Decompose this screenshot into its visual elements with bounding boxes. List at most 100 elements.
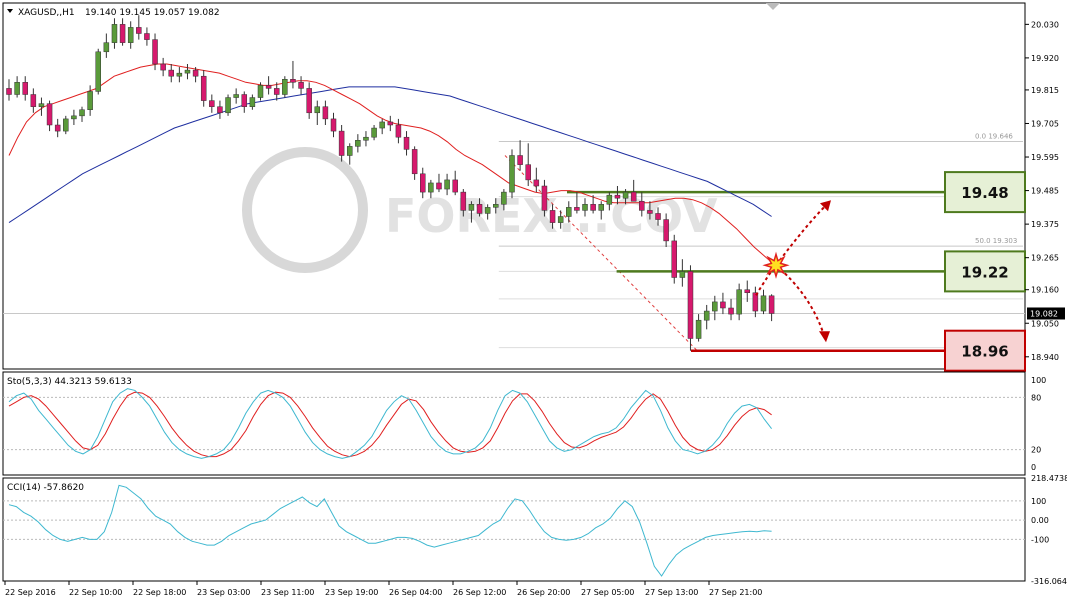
candle-body bbox=[176, 72, 183, 77]
candle-body bbox=[265, 85, 272, 89]
candle-body bbox=[395, 124, 402, 138]
candle-body bbox=[630, 191, 637, 202]
candle-body bbox=[436, 182, 442, 190]
candle-body bbox=[355, 140, 361, 147]
time-tick-label: 22 Sep 2016 bbox=[5, 588, 56, 597]
candle-body bbox=[598, 204, 604, 211]
candle-body bbox=[484, 207, 491, 214]
candle-body bbox=[720, 301, 726, 309]
candle-body bbox=[127, 27, 134, 43]
candle-body bbox=[736, 289, 742, 315]
candle-body bbox=[282, 79, 288, 95]
price-tick-label: 19.160 bbox=[1031, 286, 1059, 295]
candle-body bbox=[452, 179, 458, 193]
level-boxes: 19.48 19.22 18.96 bbox=[944, 171, 1026, 372]
candle-body bbox=[14, 82, 20, 95]
cci-tick-label: -100 bbox=[1031, 535, 1049, 544]
candle-body bbox=[549, 210, 556, 223]
cci-tick-label: 0.00 bbox=[1031, 516, 1049, 525]
candle-body bbox=[209, 100, 215, 107]
breakout-burst-icon bbox=[762, 251, 790, 279]
stochastic-tick-label: 100 bbox=[1031, 376, 1046, 385]
candle-body bbox=[38, 103, 45, 107]
candle-body bbox=[614, 194, 621, 199]
cci-panel[interactable]: CCI(14) -57.8620 bbox=[2, 477, 1026, 582]
time-tick-label: 22 Sep 10:00 bbox=[69, 588, 122, 597]
stochastic-tick-label: 20 bbox=[1031, 446, 1041, 455]
chart-header: XAGUSD,,H1 19.140 19.145 19.057 19.082 bbox=[7, 8, 220, 18]
stochastic-title: Sto(5,3,3) 44.3213 59.6133 bbox=[7, 377, 132, 387]
candle-body bbox=[290, 79, 296, 83]
level-label: 19.22 bbox=[961, 263, 1008, 281]
candle-body bbox=[103, 42, 110, 53]
candle-body bbox=[663, 219, 669, 242]
candle-body bbox=[582, 204, 588, 211]
candle-body bbox=[460, 191, 467, 211]
candle-body bbox=[379, 121, 385, 129]
price-tick-label: 19.705 bbox=[1031, 119, 1059, 128]
cci-tick-label: 100 bbox=[1031, 497, 1046, 506]
candle-body bbox=[330, 118, 337, 132]
price-tick-label: 19.595 bbox=[1031, 153, 1059, 162]
candle-body bbox=[590, 204, 596, 211]
candle-body bbox=[428, 182, 434, 193]
price-tick-label: 19.050 bbox=[1031, 319, 1059, 328]
fib-label: 0.0 19.646 bbox=[975, 132, 1013, 140]
candle-body bbox=[444, 179, 450, 190]
candle-body bbox=[363, 136, 369, 141]
candle-body bbox=[79, 109, 85, 117]
level-label: 19.48 bbox=[961, 184, 1008, 202]
candle-body bbox=[184, 69, 191, 74]
candle-body bbox=[476, 204, 483, 214]
candle-body bbox=[168, 69, 175, 77]
candle-body bbox=[249, 97, 256, 107]
candle-body bbox=[71, 115, 77, 120]
main-panel[interactable]: FOREX...COV 0.0 19.64650.0 19.303 19.481… bbox=[2, 2, 1026, 372]
candle-body bbox=[420, 173, 426, 193]
candle-body bbox=[200, 75, 207, 101]
candle-body bbox=[30, 94, 37, 107]
time-tick-label: 27 Sep 21:00 bbox=[709, 588, 762, 597]
fib-label: 50.0 19.303 bbox=[975, 237, 1017, 245]
symbol-label: XAGUSD,,H1 bbox=[18, 8, 75, 18]
price-tick-label: 18.940 bbox=[1031, 353, 1059, 362]
candle-body bbox=[525, 164, 531, 181]
candle-body bbox=[639, 201, 645, 211]
candle-body bbox=[728, 307, 734, 315]
candle-body bbox=[768, 295, 775, 314]
candle-body bbox=[273, 88, 280, 95]
candle-body bbox=[306, 88, 312, 114]
candle-body bbox=[687, 271, 694, 339]
candle-body bbox=[695, 319, 702, 339]
stochastic-tick-label: 0 bbox=[1031, 463, 1036, 472]
stochastic-panel[interactable]: Sto(5,3,3) 44.3213 59.6133 bbox=[2, 371, 1026, 476]
price-tick-label: 19.375 bbox=[1031, 220, 1059, 229]
price-tick-label: 19.485 bbox=[1031, 187, 1059, 196]
candle-body bbox=[54, 124, 61, 132]
candle-body bbox=[257, 85, 264, 98]
candle-body bbox=[322, 106, 329, 120]
time-tick-label: 23 Sep 19:00 bbox=[325, 588, 378, 597]
trading-chart[interactable]: FOREX...COV 0.0 19.64650.0 19.303 19.481… bbox=[0, 0, 1067, 604]
candle-body bbox=[233, 94, 239, 98]
candle-body bbox=[225, 97, 231, 114]
candle-body bbox=[119, 24, 126, 43]
candle-body bbox=[160, 63, 166, 71]
candle-body bbox=[241, 94, 248, 107]
cci-tick-label: 218.4738 bbox=[1031, 474, 1067, 483]
stochastic-tick-label: 80 bbox=[1031, 393, 1041, 402]
ohlc-values: 19.140 19.145 19.057 19.082 bbox=[85, 8, 220, 18]
candle-body bbox=[744, 289, 751, 294]
candle-body bbox=[533, 179, 540, 187]
candle-body bbox=[468, 204, 475, 211]
candle-body bbox=[144, 33, 150, 40]
candle-body bbox=[501, 191, 507, 205]
candle-body bbox=[566, 207, 572, 217]
candle-body bbox=[655, 213, 661, 220]
candle-body bbox=[22, 82, 28, 95]
time-tick-label: 23 Sep 11:00 bbox=[261, 588, 314, 597]
candle-body bbox=[517, 155, 523, 165]
candle-body bbox=[574, 207, 580, 211]
candle-body bbox=[493, 204, 499, 208]
candle-body bbox=[403, 136, 410, 150]
